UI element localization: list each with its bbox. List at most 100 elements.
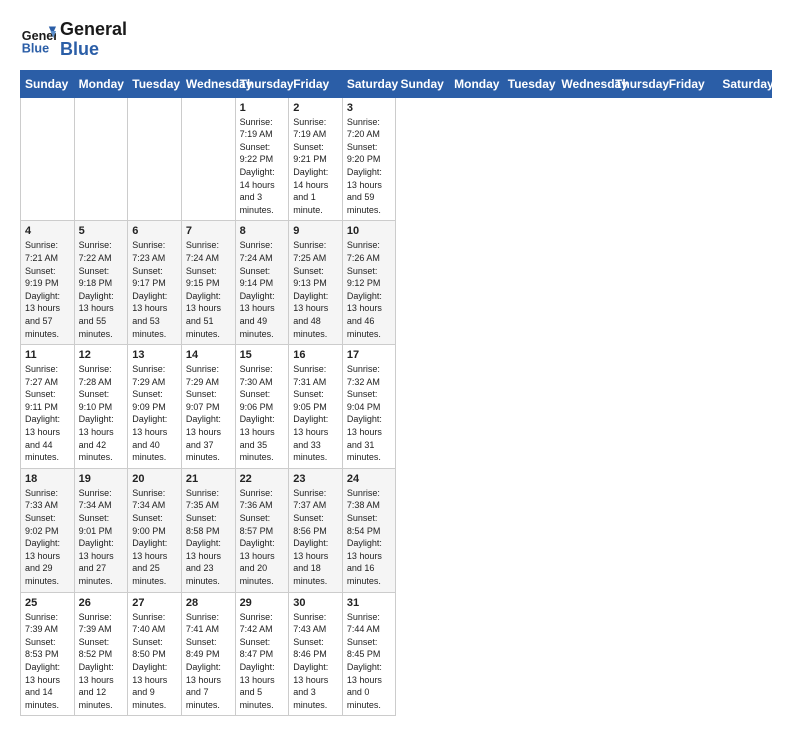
calendar-cell: 20Sunrise: 7:34 AM Sunset: 9:00 PM Dayli…: [128, 468, 182, 592]
day-number: 26: [79, 597, 124, 609]
calendar-cell: 27Sunrise: 7:40 AM Sunset: 8:50 PM Dayli…: [128, 592, 182, 716]
week-row-4: 18Sunrise: 7:33 AM Sunset: 9:02 PM Dayli…: [21, 468, 772, 592]
logo-text: GeneralBlue: [60, 20, 127, 60]
calendar-cell: [74, 97, 128, 221]
day-info: Sunrise: 7:20 AM Sunset: 9:20 PM Dayligh…: [347, 116, 392, 217]
calendar-cell: 10 Sunrise: 7:26 AM Sunset: 9:12 PM Dayli…: [342, 221, 396, 345]
calendar-cell: 30Sunrise: 7:43 AM Sunset: 8:46 PM Dayli…: [289, 592, 343, 716]
day-info: Sunrise: 7:37 AM Sunset: 8:56 PM Dayligh…: [293, 487, 338, 588]
calendar-cell: 23 Sunrise: 7:37 AM Sunset: 8:56 PM Dayli…: [289, 468, 343, 592]
col-header-monday: Monday: [450, 70, 504, 97]
day-info: Sunrise: 7:38 AM Sunset: 8:54 PM Dayligh…: [347, 487, 392, 588]
calendar-cell: 6 Sunrise: 7:23 AM Sunset: 9:17 PM Daylig…: [128, 221, 182, 345]
day-info: Sunrise: 7:30 AM Sunset: 9:06 PM Dayligh…: [240, 363, 285, 464]
calendar-cell: 5 Sunrise: 7:22 AM Sunset: 9:18 PM Daylig…: [74, 221, 128, 345]
day-number: 19: [79, 473, 124, 485]
calendar-cell: 26 Sunrise: 7:39 AM Sunset: 8:52 PM Dayli…: [74, 592, 128, 716]
calendar-cell: 19Sunrise: 7:34 AM Sunset: 9:01 PM Dayli…: [74, 468, 128, 592]
day-info: Sunrise: 7:28 AM Sunset: 9:10 PM Dayligh…: [79, 363, 124, 464]
calendar-cell: 17 Sunrise: 7:32 AM Sunset: 9:04 PM Dayli…: [342, 345, 396, 469]
day-info: Sunrise: 7:22 AM Sunset: 9:18 PM Dayligh…: [79, 239, 124, 340]
day-number: 14: [186, 349, 231, 361]
col-header-wednesday: Wednesday: [557, 70, 611, 97]
day-number: 25: [25, 597, 70, 609]
calendar-cell: 7Sunrise: 7:24 AM Sunset: 9:15 PM Daylig…: [181, 221, 235, 345]
day-info: Sunrise: 7:31 AM Sunset: 9:05 PM Dayligh…: [293, 363, 338, 464]
day-number: 22: [240, 473, 285, 485]
day-info: Sunrise: 7:41 AM Sunset: 8:49 PM Dayligh…: [186, 611, 231, 712]
day-info: Sunrise: 7:33 AM Sunset: 9:02 PM Dayligh…: [25, 487, 70, 588]
day-number: 15: [240, 349, 285, 361]
header-wednesday: Wednesday: [181, 70, 235, 97]
day-info: Sunrise: 7:32 AM Sunset: 9:04 PM Dayligh…: [347, 363, 392, 464]
header-saturday: Saturday: [342, 70, 396, 97]
day-number: 21: [186, 473, 231, 485]
calendar-header-row: SundayMondayTuesdayWednesdayThursdayFrid…: [21, 70, 772, 97]
header-thursday: Thursday: [235, 70, 289, 97]
day-number: 17: [347, 349, 392, 361]
week-row-2: 4Sunrise: 7:21 AM Sunset: 9:19 PM Daylig…: [21, 221, 772, 345]
calendar-cell: 3 Sunrise: 7:20 AM Sunset: 9:20 PM Daylig…: [342, 97, 396, 221]
header-sunday: Sunday: [21, 70, 75, 97]
day-number: 1: [240, 102, 285, 114]
calendar-cell: 8 Sunrise: 7:24 AM Sunset: 9:14 PM Daylig…: [235, 221, 289, 345]
day-number: 10: [347, 225, 392, 237]
calendar-cell: 14Sunrise: 7:29 AM Sunset: 9:07 PM Dayli…: [181, 345, 235, 469]
week-row-3: 11Sunrise: 7:27 AM Sunset: 9:11 PM Dayli…: [21, 345, 772, 469]
calendar-cell: 12 Sunrise: 7:28 AM Sunset: 9:10 PM Dayli…: [74, 345, 128, 469]
day-number: 2: [293, 102, 338, 114]
calendar-cell: 2 Sunrise: 7:19 AM Sunset: 9:21 PM Daylig…: [289, 97, 343, 221]
day-info: Sunrise: 7:34 AM Sunset: 9:00 PM Dayligh…: [132, 487, 177, 588]
calendar-cell: 11Sunrise: 7:27 AM Sunset: 9:11 PM Dayli…: [21, 345, 75, 469]
day-info: Sunrise: 7:36 AM Sunset: 8:57 PM Dayligh…: [240, 487, 285, 588]
calendar-cell: 16 Sunrise: 7:31 AM Sunset: 9:05 PM Dayli…: [289, 345, 343, 469]
calendar-cell: 15 Sunrise: 7:30 AM Sunset: 9:06 PM Dayli…: [235, 345, 289, 469]
calendar-cell: [181, 97, 235, 221]
col-header-friday: Friday: [664, 70, 718, 97]
day-number: 3: [347, 102, 392, 114]
day-info: Sunrise: 7:39 AM Sunset: 8:52 PM Dayligh…: [79, 611, 124, 712]
calendar-cell: 31Sunrise: 7:44 AM Sunset: 8:45 PM Dayli…: [342, 592, 396, 716]
calendar-cell: 18Sunrise: 7:33 AM Sunset: 9:02 PM Dayli…: [21, 468, 75, 592]
calendar-table: SundayMondayTuesdayWednesdayThursdayFrid…: [20, 70, 772, 717]
calendar-cell: [128, 97, 182, 221]
day-number: 29: [240, 597, 285, 609]
day-info: Sunrise: 7:29 AM Sunset: 9:09 PM Dayligh…: [132, 363, 177, 464]
day-number: 6: [132, 225, 177, 237]
day-info: Sunrise: 7:19 AM Sunset: 9:22 PM Dayligh…: [240, 116, 285, 217]
day-info: Sunrise: 7:44 AM Sunset: 8:45 PM Dayligh…: [347, 611, 392, 712]
col-header-saturday: Saturday: [718, 70, 772, 97]
day-info: Sunrise: 7:35 AM Sunset: 8:58 PM Dayligh…: [186, 487, 231, 588]
page-header: General Blue GeneralBlue: [20, 20, 772, 60]
calendar-cell: [21, 97, 75, 221]
calendar-cell: 28 Sunrise: 7:41 AM Sunset: 8:49 PM Dayli…: [181, 592, 235, 716]
day-info: Sunrise: 7:43 AM Sunset: 8:46 PM Dayligh…: [293, 611, 338, 712]
logo-icon: General Blue: [20, 22, 56, 58]
svg-text:Blue: Blue: [22, 41, 49, 55]
week-row-1: 1 Sunrise: 7:19 AM Sunset: 9:22 PM Daylig…: [21, 97, 772, 221]
day-number: 8: [240, 225, 285, 237]
day-number: 13: [132, 349, 177, 361]
day-info: Sunrise: 7:24 AM Sunset: 9:15 PM Dayligh…: [186, 239, 231, 340]
day-number: 9: [293, 225, 338, 237]
week-row-5: 25Sunrise: 7:39 AM Sunset: 8:53 PM Dayli…: [21, 592, 772, 716]
day-info: Sunrise: 7:26 AM Sunset: 9:12 PM Dayligh…: [347, 239, 392, 340]
day-info: Sunrise: 7:19 AM Sunset: 9:21 PM Dayligh…: [293, 116, 338, 217]
col-header-thursday: Thursday: [611, 70, 665, 97]
calendar-cell: 13 Sunrise: 7:29 AM Sunset: 9:09 PM Dayli…: [128, 345, 182, 469]
day-info: Sunrise: 7:23 AM Sunset: 9:17 PM Dayligh…: [132, 239, 177, 340]
day-number: 28: [186, 597, 231, 609]
header-monday: Monday: [74, 70, 128, 97]
day-number: 5: [79, 225, 124, 237]
calendar-cell: 24 Sunrise: 7:38 AM Sunset: 8:54 PM Dayli…: [342, 468, 396, 592]
day-number: 24: [347, 473, 392, 485]
day-number: 23: [293, 473, 338, 485]
header-tuesday: Tuesday: [128, 70, 182, 97]
calendar-cell: 29Sunrise: 7:42 AM Sunset: 8:47 PM Dayli…: [235, 592, 289, 716]
day-number: 16: [293, 349, 338, 361]
day-number: 4: [25, 225, 70, 237]
day-number: 12: [79, 349, 124, 361]
calendar-cell: 4Sunrise: 7:21 AM Sunset: 9:19 PM Daylig…: [21, 221, 75, 345]
calendar-cell: 1 Sunrise: 7:19 AM Sunset: 9:22 PM Daylig…: [235, 97, 289, 221]
day-info: Sunrise: 7:24 AM Sunset: 9:14 PM Dayligh…: [240, 239, 285, 340]
